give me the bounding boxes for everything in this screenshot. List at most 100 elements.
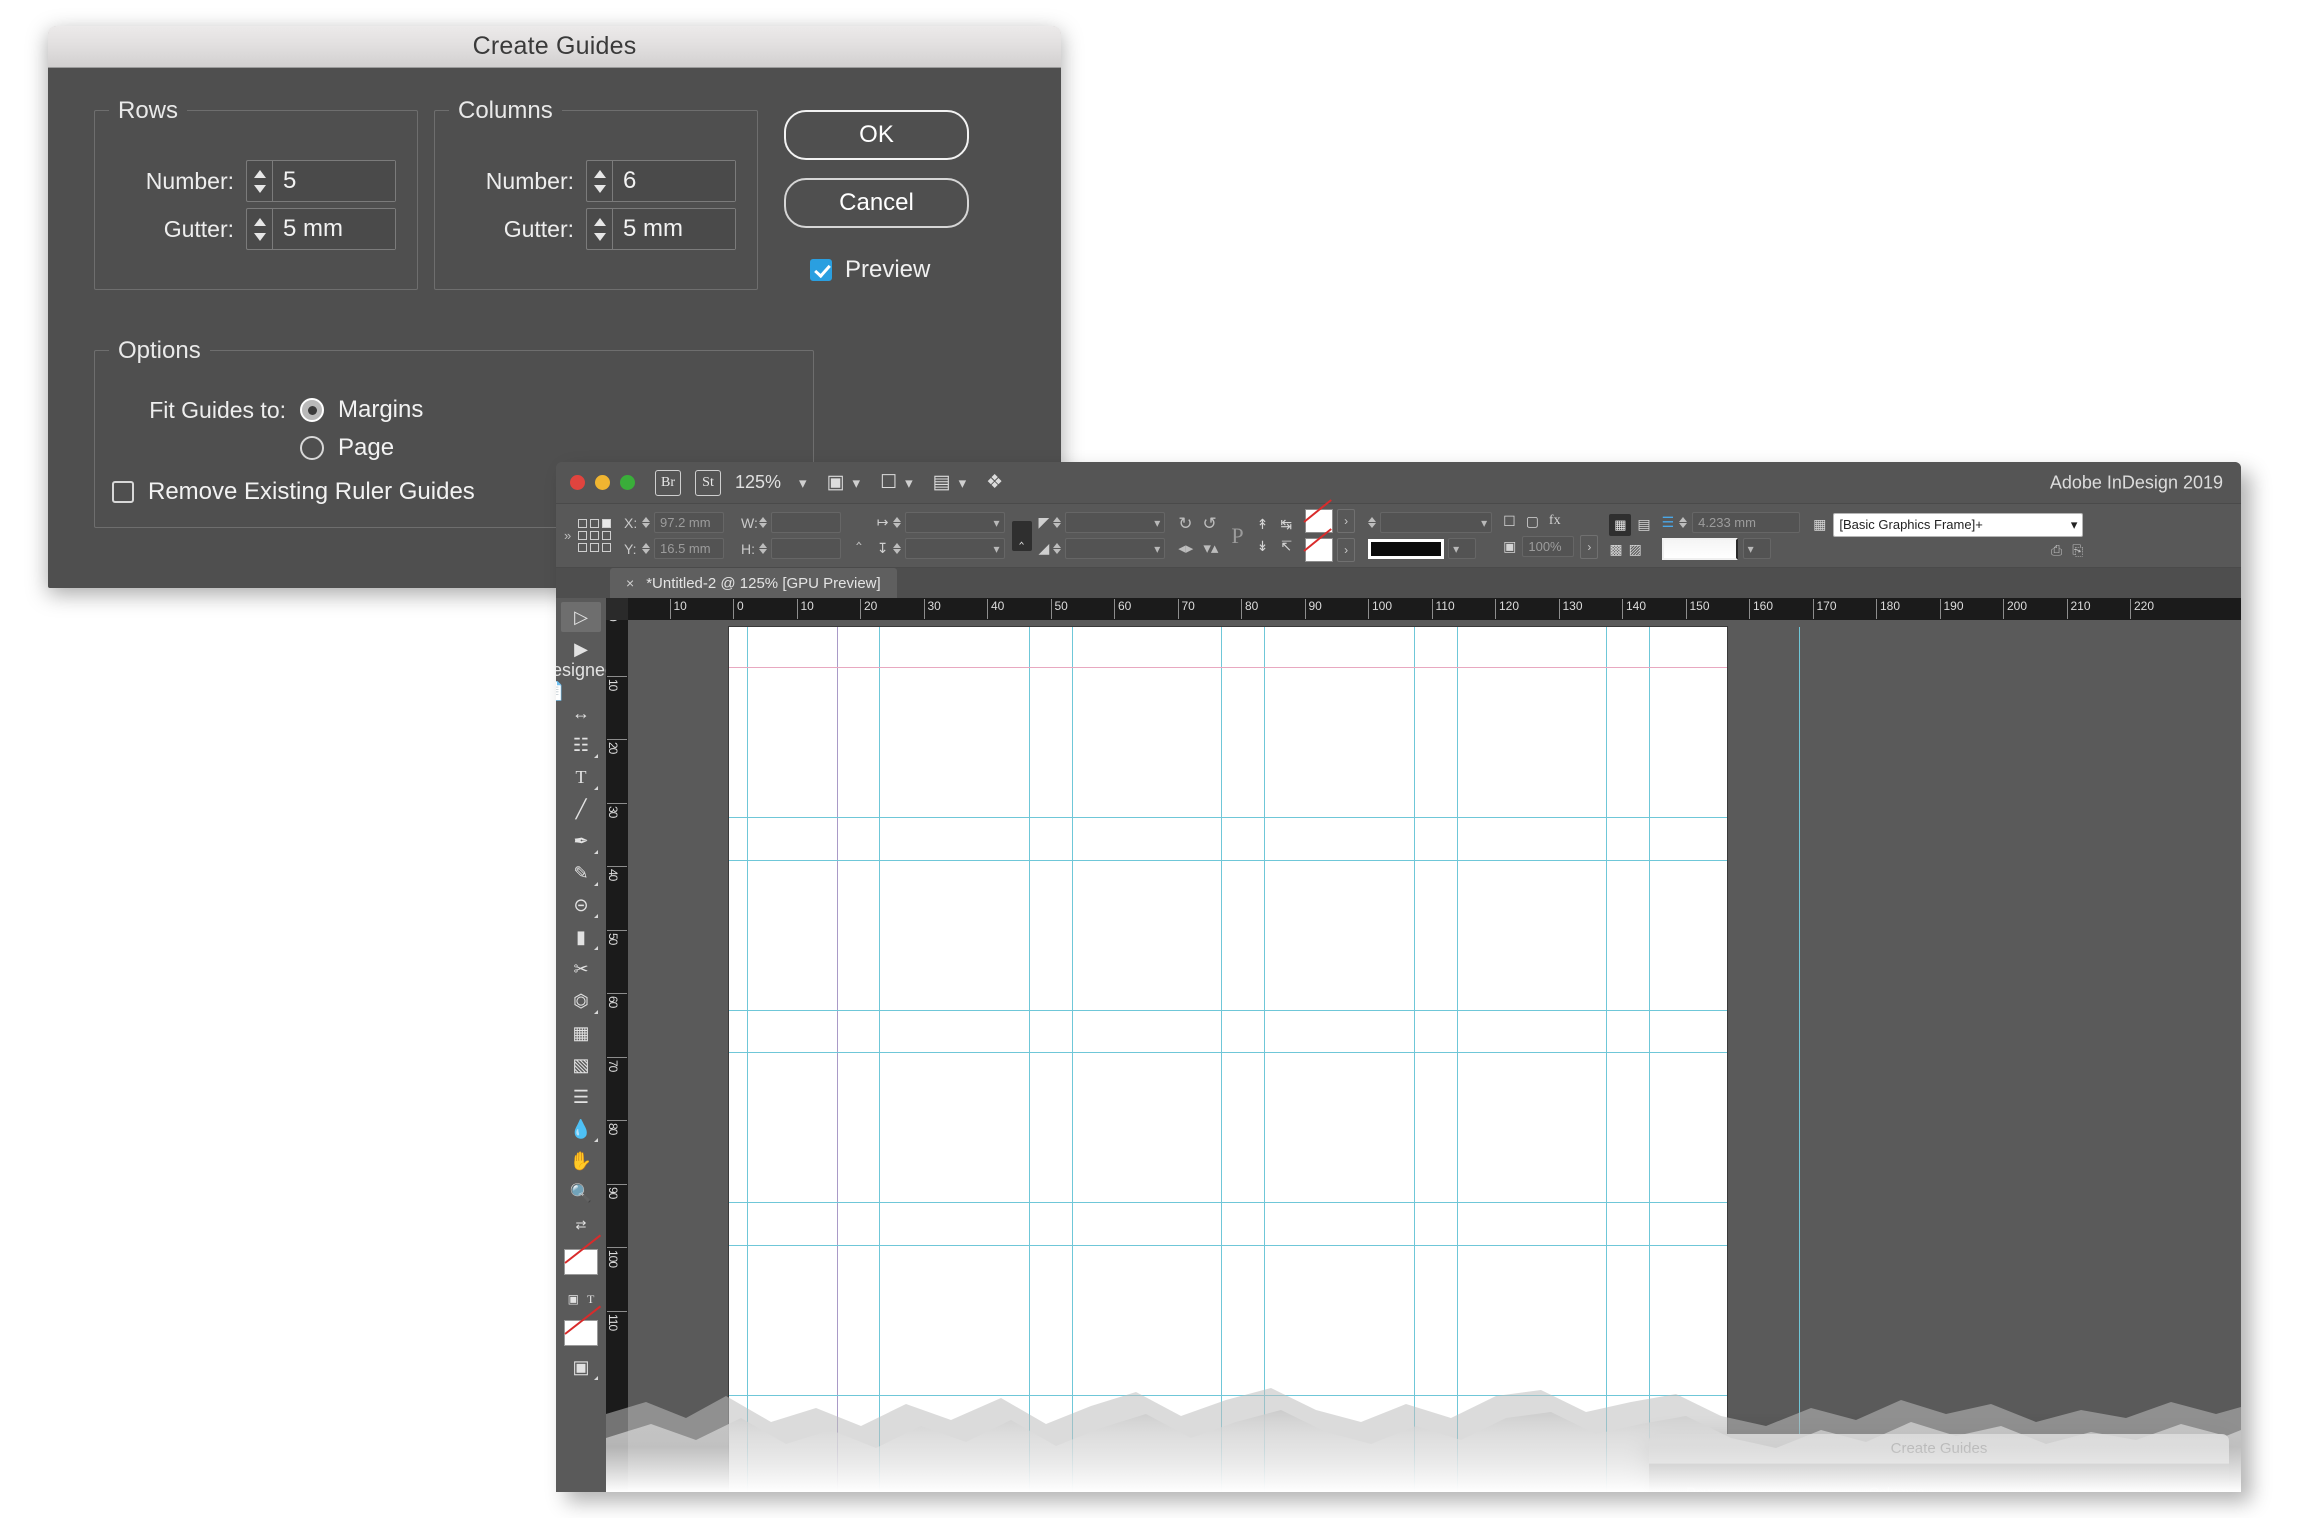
horizontal-guide[interactable]: [729, 817, 1727, 818]
vertical-align-top-icon[interactable]: ▩: [1609, 541, 1622, 558]
gutter-input[interactable]: 4.233 mm: [1692, 511, 1801, 533]
reference-point-proxy[interactable]: [578, 519, 611, 552]
y-input[interactable]: 16.5 mm: [654, 538, 724, 559]
free-transform-tool[interactable]: ⏣: [561, 986, 601, 1016]
gradient-swatch-tool[interactable]: ▦: [561, 1018, 601, 1048]
remove-existing-ruler-guides-row[interactable]: Remove Existing Ruler Guides: [112, 478, 475, 506]
quick-apply-row[interactable]: ⎙ ⎘: [1813, 542, 2083, 559]
rows-gutter-arrows[interactable]: [247, 209, 273, 249]
distribute-row[interactable]: ↡ ↸: [1257, 538, 1292, 555]
selection-tool[interactable]: ▷: [561, 602, 601, 632]
shear-row[interactable]: ◢ ▾: [1039, 538, 1166, 559]
zoom-level[interactable]: 125%: [735, 472, 781, 493]
constrain-scale-link-icon[interactable]: ‸: [1011, 520, 1032, 551]
object-effects-icon[interactable]: ▢: [1526, 513, 1539, 530]
document-tab[interactable]: × *Untitled-2 @ 125% [GPU Preview]: [610, 568, 897, 598]
rotation-arrows[interactable]: [1053, 517, 1062, 528]
page-tool[interactable]: designed;📄: [556, 660, 620, 701]
vertical-guide[interactable]: [1457, 627, 1458, 1492]
fit-guides-page-row[interactable]: Page: [300, 434, 394, 462]
rows-gutter-value[interactable]: 5 mm: [273, 209, 395, 249]
apply-none-tool[interactable]: [561, 1316, 601, 1350]
object-style-select[interactable]: [Basic Graphics Frame]+ ▾: [1833, 512, 2084, 537]
preview-checkbox[interactable]: [810, 259, 832, 281]
hand-tool[interactable]: ✋: [561, 1146, 601, 1176]
normal-view-mode-icon[interactable]: ▣: [561, 1352, 601, 1382]
pen-tool[interactable]: ✒: [561, 826, 601, 856]
bridge-icon[interactable]: Br: [655, 469, 681, 496]
columns-number-value[interactable]: 6: [613, 161, 735, 201]
window-controls[interactable]: [570, 475, 635, 490]
columns-gutter-arrows[interactable]: [587, 209, 613, 249]
vertical-guide[interactable]: [1606, 627, 1607, 1492]
x-field-row[interactable]: X: 97.2 mm: [624, 512, 724, 533]
vertical-guide[interactable]: [879, 627, 880, 1492]
zoom-tool[interactable]: 🔍: [561, 1178, 601, 1208]
fx-icon[interactable]: fx: [1549, 513, 1561, 529]
horizontal-guide[interactable]: [729, 1202, 1727, 1203]
w-input[interactable]: [771, 512, 841, 533]
rotation-row[interactable]: ◤ ▾: [1039, 512, 1166, 533]
apply-none-swatch[interactable]: [564, 1320, 598, 1346]
align-bottom-icon[interactable]: ↡: [1257, 538, 1269, 555]
vertical-guide[interactable]: [747, 627, 748, 1492]
corner-options-icon[interactable]: ☐: [1503, 513, 1516, 530]
scale-y-select[interactable]: ▾: [904, 538, 1005, 559]
remove-guides-checkbox[interactable]: [112, 481, 134, 503]
small-ok-button[interactable]: OK: [2044, 1490, 2149, 1492]
horizontal-ruler[interactable]: 2010010203040506070809010011012013014015…: [606, 598, 2241, 620]
panel-menu-icon[interactable]: ⎘: [2072, 542, 2083, 559]
rotate-row[interactable]: ↻ ↺: [1178, 514, 1218, 534]
close-window-icon[interactable]: [570, 475, 585, 490]
vertical-guide[interactable]: [837, 627, 838, 1492]
arrange-documents-icon[interactable]: ▤: [933, 471, 951, 494]
stroke-type-select[interactable]: ▾: [1448, 538, 1477, 559]
stroke-black-swatch[interactable]: [1368, 538, 1445, 559]
flip-horizontal-icon[interactable]: ◂▸: [1178, 539, 1193, 557]
vertical-guide[interactable]: [1414, 627, 1415, 1492]
panel-collapse-icon[interactable]: »: [564, 528, 571, 543]
y-stepper-arrows[interactable]: [642, 543, 650, 554]
distribute-vertical-icon[interactable]: ↸: [1280, 538, 1292, 555]
scissors-tool[interactable]: ✂: [561, 954, 601, 984]
fit-guides-margins-row[interactable]: Fit Guides to: Margins: [110, 396, 423, 424]
stock-icon[interactable]: St: [695, 469, 721, 496]
stroke-weight-select[interactable]: ▾: [1380, 512, 1493, 533]
vertical-guide[interactable]: [1029, 627, 1030, 1492]
text-frame-row-2[interactable]: ▩ ▨: [1609, 541, 1650, 558]
fill-none-tool-swatch[interactable]: [564, 1249, 598, 1275]
maximize-window-icon[interactable]: [620, 475, 635, 490]
vertical-ruler[interactable]: 0102030405060708090100110: [606, 598, 628, 1492]
rotate-ccw-icon[interactable]: ↺: [1203, 514, 1217, 534]
rotation-select[interactable]: ▾: [1065, 512, 1166, 533]
type-tool[interactable]: T: [561, 762, 601, 792]
arrange-chevron-down-icon[interactable]: ▾: [959, 474, 967, 492]
horizontal-guide[interactable]: [729, 1052, 1727, 1053]
align-row[interactable]: ↟ ↹: [1257, 516, 1292, 533]
object-style-icon[interactable]: ▦: [1813, 516, 1826, 533]
shear-arrows[interactable]: [1053, 543, 1062, 554]
line-tool[interactable]: ╱: [561, 794, 601, 824]
vertical-guide[interactable]: [1221, 627, 1222, 1492]
fill-expand-icon[interactable]: ›: [1337, 509, 1356, 533]
text-wrap-none-icon[interactable]: ▦: [1609, 513, 1632, 536]
ok-button[interactable]: OK: [784, 110, 969, 160]
fill-stroke-swap-icon[interactable]: ⇄: [561, 1210, 601, 1240]
rows-gutter-stepper[interactable]: 5 mm: [246, 208, 396, 250]
constrain-proportions-chain-icon[interactable]: ‸: [856, 526, 862, 546]
formatting-container-icon[interactable]: ▣: [568, 1292, 579, 1306]
flip-vertical-icon[interactable]: ▾▴: [1203, 539, 1218, 557]
effects-row-2[interactable]: ▣ 100% ›: [1503, 534, 1599, 559]
shear-select[interactable]: ▾: [1065, 538, 1166, 559]
distribute-horizontal-icon[interactable]: ↹: [1280, 516, 1292, 533]
stroke-color-row[interactable]: ▾: [1368, 538, 1492, 559]
gutter-arrows[interactable]: [1679, 516, 1688, 528]
close-tab-icon[interactable]: ×: [626, 575, 634, 591]
vertical-guide[interactable]: [1799, 627, 1800, 1492]
preview-row[interactable]: Preview: [810, 256, 930, 284]
stroke-expand-icon[interactable]: ›: [1337, 538, 1356, 562]
pencil-tool[interactable]: ✎: [561, 858, 601, 888]
quick-apply-icon[interactable]: ⎙: [2051, 542, 2062, 559]
columns-number-arrows[interactable]: [587, 161, 613, 201]
horizontal-guide[interactable]: [729, 667, 1727, 668]
